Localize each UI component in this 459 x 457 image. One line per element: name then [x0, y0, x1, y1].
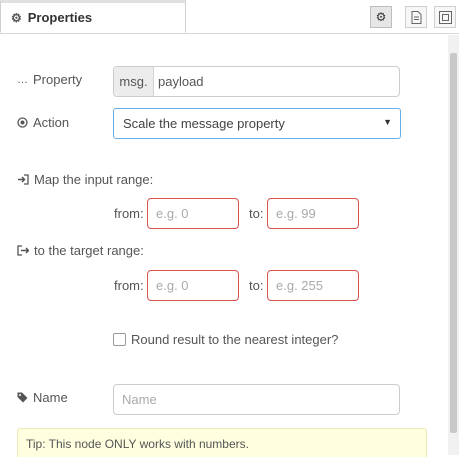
- property-label: … Property: [17, 72, 82, 87]
- appearance-button[interactable]: [434, 6, 456, 28]
- input-to-field[interactable]: [267, 198, 359, 229]
- scrollbar[interactable]: [448, 35, 459, 455]
- ellipsis-icon: …: [17, 73, 28, 86]
- input-from-label: from:: [114, 206, 144, 221]
- name-field[interactable]: [113, 384, 400, 415]
- name-label: Name: [17, 390, 68, 405]
- target-from-input[interactable]: [148, 271, 238, 300]
- input-to-label: to:: [249, 206, 264, 221]
- caret-down-icon: ▼: [383, 117, 392, 127]
- scrollbar-thumb[interactable]: [450, 53, 457, 433]
- input-range-label-text: Map the input range:: [34, 172, 154, 187]
- target-from-label: from:: [114, 278, 144, 293]
- tip-text: Tip: This node ONLY works with numbers.: [26, 437, 249, 451]
- target-icon: [17, 117, 28, 128]
- action-label-text: Action: [33, 115, 70, 130]
- round-checkbox[interactable]: [113, 333, 126, 346]
- property-input[interactable]: msg. payload: [113, 66, 400, 97]
- input-from-field[interactable]: [147, 198, 239, 229]
- target-to-field[interactable]: [267, 270, 359, 301]
- property-value: payload: [158, 74, 204, 89]
- tip-box: Tip: This node ONLY works with numbers.: [17, 428, 427, 457]
- gear-icon: ⚙: [11, 10, 22, 25]
- round-label[interactable]: Round result to the nearest integer?: [131, 332, 338, 347]
- tag-icon: [17, 392, 28, 403]
- target-to-label: to:: [249, 278, 264, 293]
- property-label-text: Property: [33, 72, 83, 87]
- settings-button[interactable]: ⚙: [370, 6, 392, 28]
- input-range-label: Map the input range:: [17, 172, 153, 187]
- name-input[interactable]: [114, 385, 399, 414]
- frame-icon: [438, 10, 452, 24]
- action-select[interactable]: Scale the message property ▼: [113, 108, 401, 139]
- property-type-prefix[interactable]: msg.: [114, 67, 154, 96]
- tab-title: Properties: [27, 10, 93, 25]
- input-to-input[interactable]: [268, 199, 358, 228]
- action-label: Action: [17, 115, 69, 130]
- target-to-input[interactable]: [268, 271, 358, 300]
- document-icon: [411, 10, 421, 24]
- target-from-field[interactable]: [147, 270, 239, 301]
- description-button[interactable]: [405, 6, 427, 28]
- tab-properties[interactable]: ⚙ Properties: [0, 0, 186, 33]
- action-selected-value: Scale the message property: [123, 116, 285, 131]
- sign-out-icon: [17, 245, 29, 256]
- target-range-label-text: to the target range:: [34, 243, 144, 258]
- gear-icon: ⚙: [375, 10, 387, 24]
- name-label-text: Name: [33, 390, 68, 405]
- input-from-input[interactable]: [148, 199, 238, 228]
- sign-in-icon: [18, 174, 29, 185]
- target-range-label: to the target range:: [17, 243, 144, 258]
